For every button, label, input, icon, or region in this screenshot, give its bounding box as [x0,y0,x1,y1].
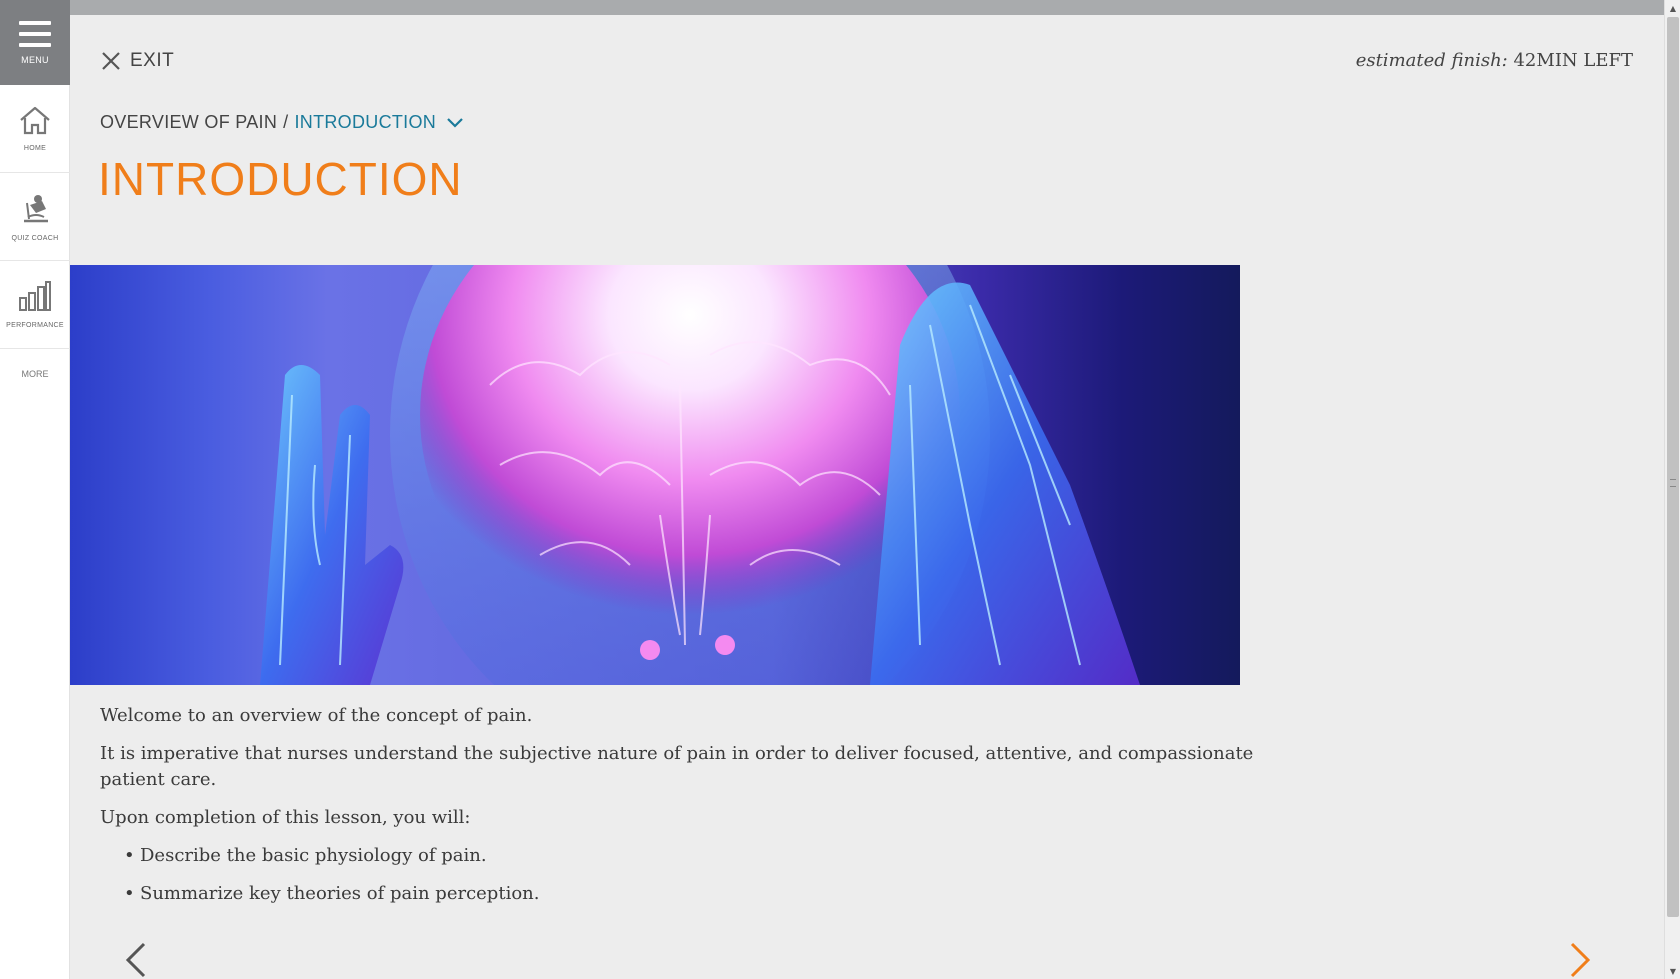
list-item: Summarize key theories of pain perceptio… [124,881,1300,907]
sidebar-item-performance[interactable]: PERFORMANCE [0,261,70,349]
sidebar-item-more[interactable]: MORE [0,349,70,399]
sidebar-item-label: HOME [23,145,47,152]
vertical-scrollbar[interactable]: ▲ ▼ [1664,0,1680,979]
intro-paragraph: It is imperative that nurses understand … [100,743,1254,790]
top-progress-bar [70,0,1664,15]
sidebar: MENU HOME QUIZ COACH PERFORMANCE MORE [0,0,70,979]
breadcrumb-separator: / [283,112,289,132]
close-icon [102,52,120,70]
exit-button[interactable]: EXIT [100,50,174,72]
estimated-finish: estimated finish: 42MIN LEFT [1356,50,1633,71]
hamburger-icon [19,20,51,47]
scroll-down-icon[interactable]: ▼ [1665,963,1680,979]
lesson-content: Welcome to an overview of the concept of… [100,703,1300,919]
breadcrumb: OVERVIEW OF PAIN / INTRODUCTION [100,112,464,133]
sidebar-item-home[interactable]: HOME [0,85,70,173]
sidebar-item-quiz-coach[interactable]: QUIZ COACH [0,173,70,261]
bar-chart-icon [19,281,51,311]
time-left: 42MIN LEFT [1513,50,1633,71]
sidebar-item-label: QUIZ COACH [11,235,59,242]
next-arrow-icon[interactable] [1568,940,1594,979]
breadcrumb-current[interactable]: INTRODUCTION [294,112,436,133]
intro-paragraph: Upon completion of this lesson, you will… [100,807,471,828]
estimated-finish-label: estimated finish: [1355,50,1508,71]
page-title: INTRODUCTION [98,153,463,205]
previous-arrow-icon[interactable] [122,940,148,979]
list-item: Describe the basic physiology of pain. [124,843,1300,869]
brain-hands-illustration [260,265,1140,685]
scroll-up-icon[interactable]: ▲ [1665,0,1680,16]
scrollbar-grip [1670,479,1676,487]
sidebar-item-label: PERFORMANCE [6,322,64,329]
quiz-coach-icon [24,195,48,223]
menu-label: MENU [21,54,49,65]
home-icon [20,106,50,135]
objectives-list: Describe the basic physiology of pain. S… [124,843,1300,907]
menu-button[interactable]: MENU [0,0,70,85]
exit-label: EXIT [130,50,175,71]
intro-paragraph: Welcome to an overview of the concept of… [100,705,533,726]
breadcrumb-parent[interactable]: OVERVIEW OF PAIN [100,112,277,133]
scrollbar-thumb[interactable] [1667,17,1679,917]
chevron-down-icon[interactable] [446,117,464,129]
hero-image [70,265,1240,685]
